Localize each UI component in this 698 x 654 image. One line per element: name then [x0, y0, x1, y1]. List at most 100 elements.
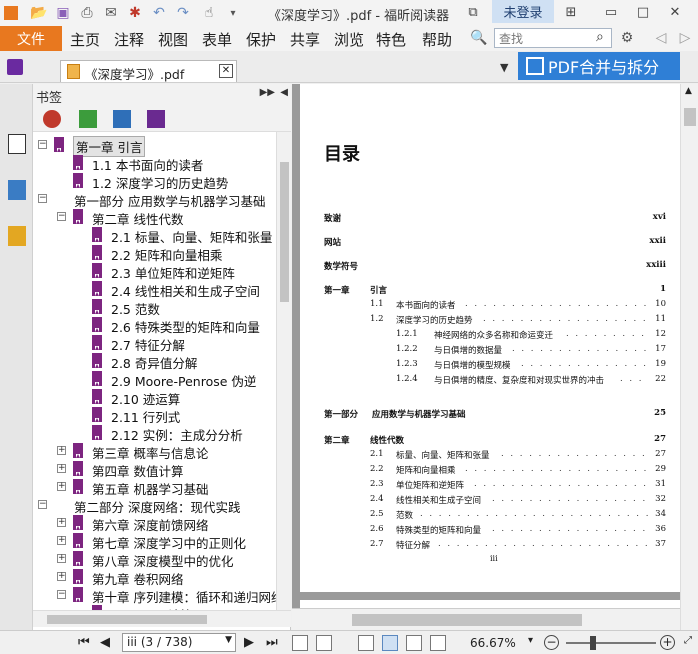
redo-icon[interactable]: ↷: [174, 4, 192, 22]
bookmark-item[interactable]: + 第七章 深度学习中的正则化: [33, 532, 276, 551]
login-button[interactable]: 未登录: [492, 0, 554, 23]
collapse-toggle-icon[interactable]: −: [57, 212, 66, 221]
next-view-icon[interactable]: [316, 635, 332, 651]
bookmark-item[interactable]: 1.1 本书面向的读者: [33, 154, 276, 173]
add-bookmark-icon[interactable]: [79, 110, 97, 128]
file-menu-button[interactable]: 文件: [0, 26, 62, 51]
zoom-out-icon[interactable]: −: [544, 635, 559, 650]
search-input[interactable]: 查找: [494, 28, 612, 48]
layers-panel-icon[interactable]: [8, 180, 26, 200]
continuous-view-icon[interactable]: [382, 635, 398, 651]
toc-entry[interactable]: 2.7 特征分解 . . . . . . . . . . . . . . . . .…: [324, 539, 666, 553]
bookmark-item[interactable]: 2.5 范数: [33, 298, 276, 317]
menu-comment[interactable]: 注释: [114, 29, 144, 50]
toc-entry[interactable]: 2.2 矩阵和向量相乘 . . . . . . . . . . . . . . . …: [324, 464, 666, 478]
toc-entry[interactable]: 第一部分 应用数学与机器学习基础 25: [324, 408, 666, 422]
undo-icon[interactable]: ↶: [150, 4, 168, 22]
hand-tool-icon[interactable]: ☝: [200, 4, 218, 22]
zoom-dropdown-icon[interactable]: ▾: [528, 635, 533, 646]
maximize-icon[interactable]: □: [632, 2, 654, 22]
bookmark-item[interactable]: + 第八章 深度模型中的优化: [33, 550, 276, 569]
document-horizontal-scrollbar[interactable]: [292, 608, 680, 630]
print-icon[interactable]: ⎙: [78, 4, 96, 22]
toc-entry[interactable]: 1.2.2 与日俱增的数据量 . . . . . . . . . . . . . .…: [324, 344, 666, 358]
toc-entry[interactable]: 网站 xxii: [324, 236, 666, 250]
previous-page-icon[interactable]: ◀: [100, 635, 110, 650]
fullscreen-icon[interactable]: ⤢: [684, 635, 692, 646]
pdf-page[interactable]: 目录 iii 致谢 xvi 网站 xxii 数学符号 xxiii 第一章 引言 1 1.1 本书面向…: [300, 84, 680, 592]
zoom-slider-thumb[interactable]: [590, 636, 596, 650]
new-icon[interactable]: ✱: [126, 4, 144, 22]
bookmark-item[interactable]: − 第一部分 应用数学与机器学习基础: [33, 190, 276, 209]
single-page-view-icon[interactable]: [358, 635, 374, 651]
close-icon[interactable]: ✕: [664, 2, 686, 22]
document-tab[interactable]: 《深度学习》.pdf ✕: [60, 60, 237, 82]
bookmark-item[interactable]: 2.4 线性相关和生成子空间: [33, 280, 276, 299]
toc-entry[interactable]: 第二章 线性代数 27: [324, 434, 666, 448]
bookmark-item[interactable]: 2.2 矩阵和向量相乘: [33, 244, 276, 263]
restore-small-icon[interactable]: ⧉: [462, 2, 484, 22]
bookmark-hscroll-thumb[interactable]: [47, 615, 207, 624]
menu-form[interactable]: 表单: [202, 29, 232, 50]
search-icon[interactable]: ⌕: [596, 29, 604, 45]
bookmark-item[interactable]: 2.1 标量、向量、矩阵和张量: [33, 226, 276, 245]
toc-entry[interactable]: 1.2.1 神经网络的众多名称和命运变迁 . . . . . . . . . . .…: [324, 329, 666, 343]
toc-entry[interactable]: 数学符号 xxiii: [324, 260, 666, 274]
toc-entry[interactable]: 1.2.4 与日俱增的精度、复杂度和对现实世界的冲击 . . . . . . . .…: [324, 374, 666, 388]
tab-list-dropdown-icon[interactable]: ▼: [500, 61, 508, 74]
close-panel-icon[interactable]: ◀: [280, 87, 288, 98]
zoom-slider-track[interactable]: [566, 642, 656, 644]
bookmark-item[interactable]: 2.9 Moore-Penrose 伪逆: [33, 370, 276, 389]
find-bookmark-icon[interactable]: [147, 110, 165, 128]
toc-entry[interactable]: 1.1 本书面向的读者 . . . . . . . . . . . . . . . …: [324, 299, 666, 313]
comments-panel-icon[interactable]: [8, 226, 26, 246]
delete-bookmark-icon[interactable]: [43, 110, 61, 128]
facing-view-icon[interactable]: [406, 635, 422, 651]
app-logo-icon[interactable]: [4, 6, 18, 20]
bookmark-item[interactable]: − 第一章 引言: [33, 136, 276, 157]
bookmark-item[interactable]: 2.12 实例：主成分分析: [33, 424, 276, 443]
toc-entry[interactable]: 2.3 单位矩阵和逆矩阵 . . . . . . . . . . . . . . .…: [324, 479, 666, 493]
bookmark-item[interactable]: − 第二章 线性代数: [33, 208, 276, 227]
page-number-select[interactable]: iii (3 / 738) ▼: [122, 633, 236, 652]
bookmark-horizontal-scrollbar[interactable]: [33, 610, 291, 627]
menu-view[interactable]: 视图: [158, 29, 188, 50]
bookmark-item[interactable]: + 第五章 机器学习基础: [33, 478, 276, 497]
document-hscroll-thumb[interactable]: [352, 614, 582, 626]
bookmark-item[interactable]: 2.10 迹运算: [33, 388, 276, 407]
toc-entry[interactable]: 2.1 标量、向量、矩阵和张量 . . . . . . . . . . . . . …: [324, 449, 666, 463]
collapse-toggle-icon[interactable]: −: [57, 590, 66, 599]
expand-toggle-icon[interactable]: +: [57, 446, 66, 455]
expand-toggle-icon[interactable]: +: [57, 482, 66, 491]
expand-toggle-icon[interactable]: +: [57, 464, 66, 473]
bookmark-item[interactable]: 2.6 特殊类型的矩阵和向量: [33, 316, 276, 335]
toc-entry[interactable]: 2.4 线性相关和生成子空间 . . . . . . . . . . . . . .…: [324, 494, 666, 508]
bookmark-item[interactable]: − 第十章 序列建模：循环和递归网络: [33, 586, 276, 605]
save-icon[interactable]: ▣: [54, 4, 72, 22]
back-arrow-icon[interactable]: ◁: [652, 29, 670, 47]
settings-gear-icon[interactable]: ⚙: [618, 29, 636, 47]
expand-toggle-icon[interactable]: +: [57, 536, 66, 545]
document-scroll-thumb[interactable]: [684, 108, 696, 126]
menu-share[interactable]: 共享: [290, 29, 320, 50]
toc-entry[interactable]: 致谢 xvi: [324, 212, 666, 226]
bookmark-item[interactable]: + 第三章 概率与信息论: [33, 442, 276, 461]
collapse-panel-icon[interactable]: ▶▶: [260, 87, 275, 98]
toc-entry[interactable]: 2.5 范数 . . . . . . . . . . . . . . . . . .…: [324, 509, 666, 523]
collapse-toggle-icon[interactable]: −: [38, 500, 47, 509]
toc-entry[interactable]: 1.2 深度学习的历史趋势 . . . . . . . . . . . . . . …: [324, 314, 666, 328]
zoom-level[interactable]: 66.67%: [470, 636, 516, 650]
menu-home[interactable]: 主页: [70, 29, 100, 50]
next-page-icon[interactable]: ▶: [244, 635, 254, 650]
collapse-toggle-icon[interactable]: −: [38, 140, 47, 149]
bookmark-item[interactable]: + 第四章 数值计算: [33, 460, 276, 479]
last-page-icon[interactable]: ⏭: [266, 635, 278, 650]
menu-help[interactable]: 帮助: [422, 29, 452, 50]
search-tool-icon[interactable]: 🔍: [470, 29, 488, 47]
chevron-down-icon[interactable]: ▼: [225, 635, 232, 645]
layout-icon[interactable]: ⊞: [560, 2, 582, 22]
previous-view-icon[interactable]: [292, 635, 308, 651]
bookmark-scroll-thumb[interactable]: [280, 162, 289, 302]
bookmark-item[interactable]: 2.11 行列式: [33, 406, 276, 425]
bookmark-item[interactable]: + 第六章 深度前馈网络: [33, 514, 276, 533]
